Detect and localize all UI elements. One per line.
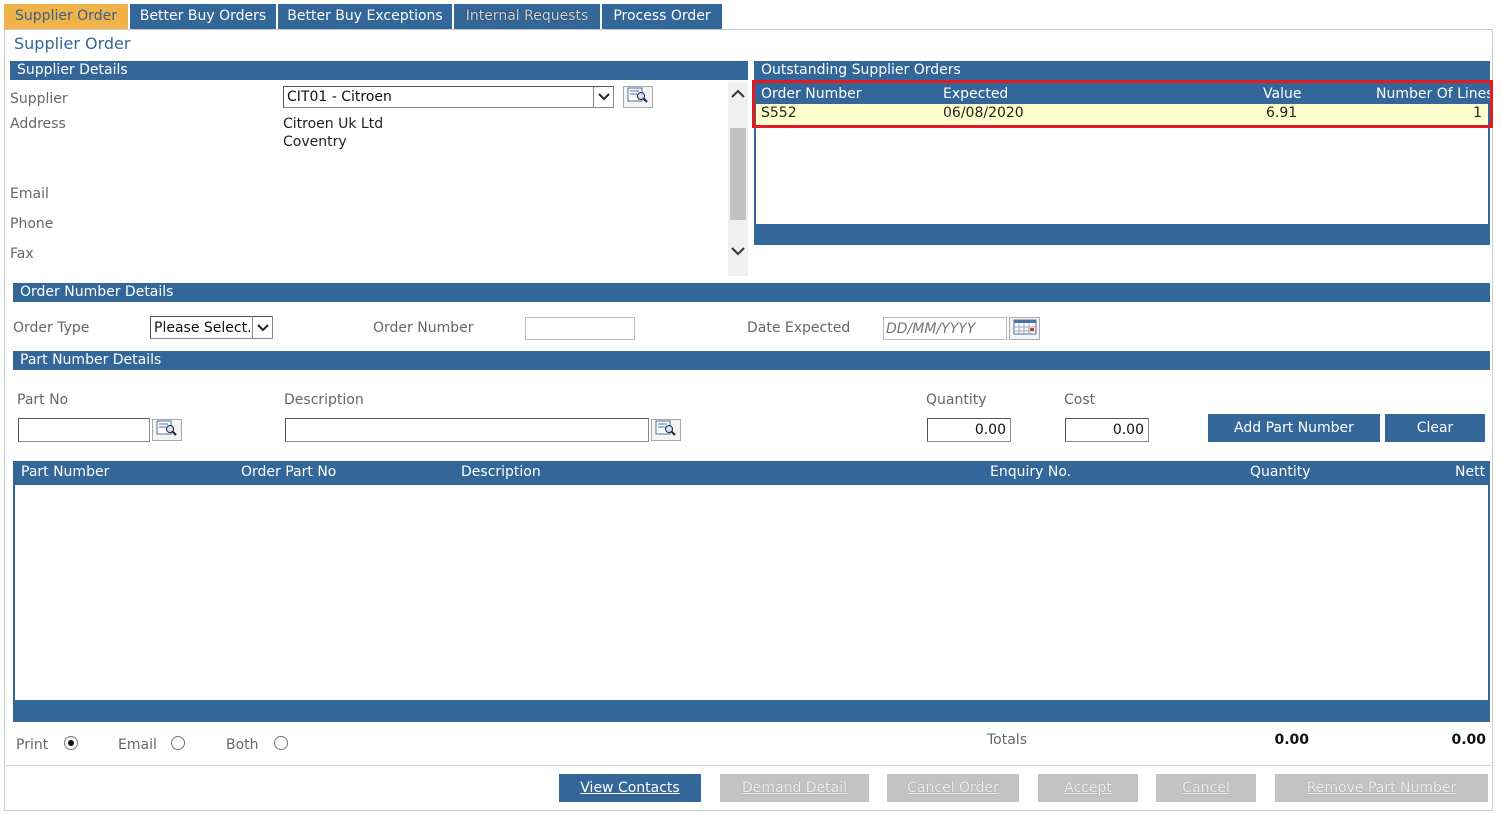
lookup-magnifier-icon <box>156 420 178 440</box>
print-label: Print <box>16 737 49 753</box>
part-no-input[interactable] <box>18 418 150 442</box>
tab-better-buy-exceptions[interactable]: Better Buy Exceptions <box>278 4 452 29</box>
description-label: Description <box>284 392 364 408</box>
total-nett: 0.00 <box>1451 732 1486 748</box>
scroll-up-icon[interactable] <box>728 82 748 104</box>
outstanding-orders-header: Outstanding Supplier Orders <box>754 61 1490 80</box>
cancel-order-button[interactable]: Cancel Order <box>887 774 1019 802</box>
order-type-select[interactable]: Please Select. <box>150 316 273 339</box>
supplier-label: Supplier <box>10 91 68 107</box>
col-enquiry-no[interactable]: Enquiry No. <box>990 464 1071 480</box>
col-nett[interactable]: Nett <box>1455 464 1485 480</box>
remove-part-number-button[interactable]: Remove Part Number <box>1275 774 1488 802</box>
tab-process-order[interactable]: Process Order <box>602 4 722 29</box>
col-description[interactable]: Description <box>461 464 541 480</box>
order-type-value: Please Select. <box>154 319 252 336</box>
highlight-annotation <box>752 80 1493 128</box>
description-lookup-button[interactable] <box>651 419 681 441</box>
col-quantity[interactable]: Quantity <box>1250 464 1311 480</box>
description-input[interactable] <box>285 418 649 442</box>
order-type-label: Order Type <box>13 320 90 336</box>
total-quantity: 0.00 <box>1274 732 1309 748</box>
add-part-number-button[interactable]: Add Part Number <box>1208 414 1380 442</box>
quantity-input[interactable] <box>927 418 1011 442</box>
col-part-number[interactable]: Part Number <box>21 464 109 480</box>
clear-button[interactable]: Clear <box>1385 414 1485 442</box>
address-line-2: Coventry <box>283 134 347 150</box>
email-radio[interactable] <box>171 736 185 750</box>
scroll-down-icon[interactable] <box>728 240 748 262</box>
both-label: Both <box>226 737 259 753</box>
print-radio[interactable] <box>64 736 78 750</box>
date-picker-button[interactable] <box>1009 317 1040 340</box>
order-number-details-header: Order Number Details <box>13 283 1490 302</box>
accept-button[interactable]: Accept <box>1038 774 1138 802</box>
quantity-label: Quantity <box>926 392 987 408</box>
order-number-input[interactable] <box>525 317 635 340</box>
fax-label: Fax <box>10 246 34 262</box>
address-label: Address <box>10 116 66 132</box>
order-number-label: Order Number <box>373 320 474 336</box>
email-option-label: Email <box>118 737 157 753</box>
outstanding-orders-body <box>756 124 1488 224</box>
cancel-button[interactable]: Cancel <box>1156 774 1256 802</box>
tab-supplier-order[interactable]: Supplier Order <box>4 4 128 29</box>
parts-grid <box>13 461 1490 722</box>
totals-label: Totals <box>987 732 1027 748</box>
date-expected-input[interactable] <box>883 317 1007 340</box>
part-no-lookup-button[interactable] <box>152 419 182 441</box>
supplier-lookup-button[interactable] <box>623 86 653 108</box>
address-line-1: Citroen Uk Ltd <box>283 116 384 132</box>
col-order-part-no[interactable]: Order Part No <box>241 464 336 480</box>
page-title: Supplier Order <box>14 34 131 53</box>
tab-better-buy-orders[interactable]: Better Buy Orders <box>130 4 276 29</box>
email-label: Email <box>10 186 49 202</box>
parts-grid-body <box>15 485 1488 700</box>
chevron-down-icon <box>252 317 272 338</box>
phone-label: Phone <box>10 216 54 232</box>
supplier-select-value: CIT01 - Citroen <box>287 89 392 105</box>
cost-label: Cost <box>1064 392 1096 408</box>
cost-input[interactable] <box>1065 418 1149 442</box>
scroll-thumb[interactable] <box>730 128 746 220</box>
lookup-magnifier-icon <box>655 420 677 440</box>
view-contacts-button[interactable]: View Contacts <box>559 774 701 802</box>
demand-detail-button[interactable]: Demand Detail <box>720 774 869 802</box>
view-contacts-label: View Contacts <box>580 780 680 796</box>
supplier-select[interactable]: CIT01 - Citroen <box>283 86 614 108</box>
lookup-magnifier-icon <box>627 87 649 107</box>
calendar-icon <box>1013 319 1037 339</box>
footer-divider <box>6 765 1491 766</box>
chevron-down-icon <box>593 87 613 107</box>
part-number-details-header: Part Number Details <box>13 351 1490 370</box>
tab-internal-requests[interactable]: Internal Requests <box>454 4 600 29</box>
date-expected-label: Date Expected <box>747 320 851 336</box>
supplier-details-header: Supplier Details <box>10 61 748 80</box>
part-no-label: Part No <box>17 392 69 408</box>
both-radio[interactable] <box>274 736 288 750</box>
supplier-scrollbar[interactable] <box>728 82 748 276</box>
